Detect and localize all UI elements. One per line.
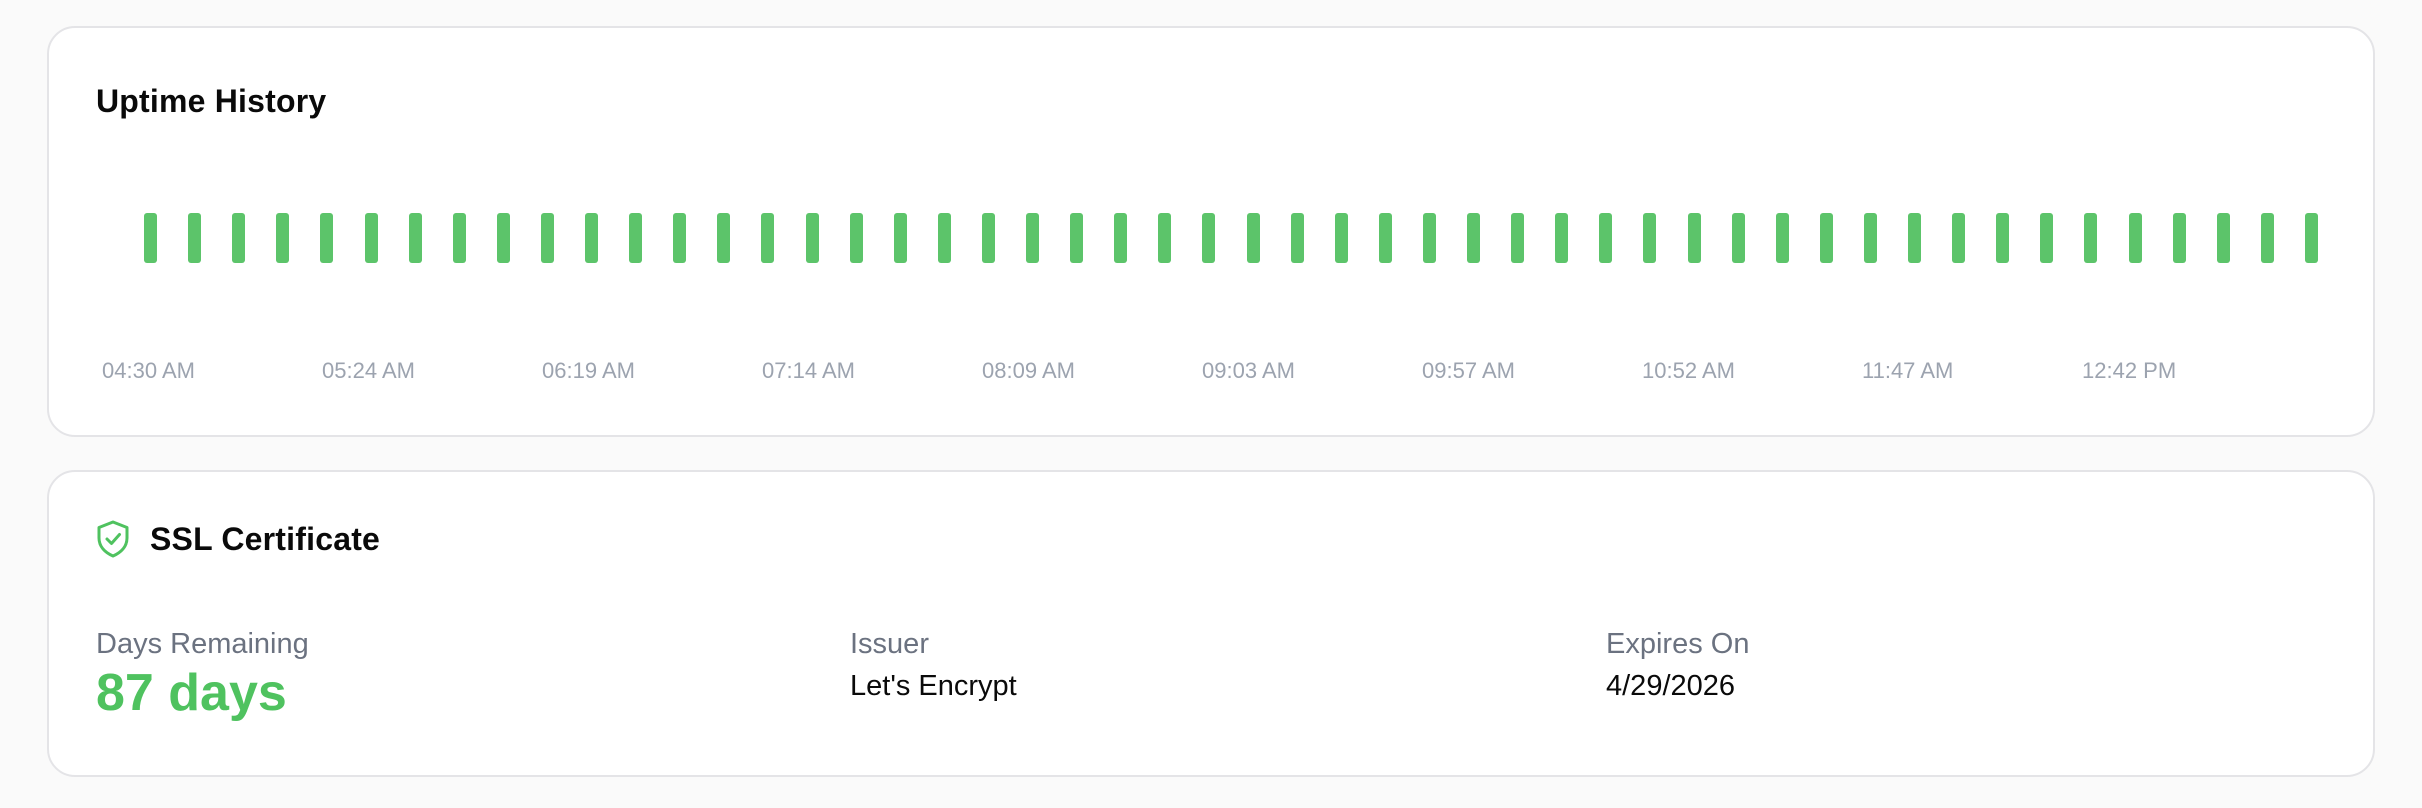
uptime-bar[interactable] (232, 213, 246, 263)
uptime-bar[interactable] (2084, 213, 2098, 263)
time-label: 05:24 AM (322, 358, 415, 383)
time-label: 07:14 AM (762, 358, 855, 383)
ssl-header: SSL Certificate (96, 520, 380, 558)
uptime-bar[interactable] (1378, 213, 1392, 263)
uptime-bar[interactable] (2216, 213, 2230, 263)
uptime-bar[interactable] (1026, 213, 1039, 263)
uptime-bar[interactable] (1158, 213, 1172, 263)
uptime-bar[interactable] (717, 213, 731, 263)
uptime-bar[interactable] (629, 213, 643, 263)
uptime-bar[interactable] (496, 213, 510, 263)
uptime-bar[interactable] (761, 213, 775, 263)
issuer-label: Issuer (850, 628, 929, 660)
days-remaining-field: Days Remaining 87 days (96, 627, 309, 723)
uptime-bar[interactable] (2172, 213, 2186, 263)
uptime-bar[interactable] (2040, 213, 2054, 263)
issuer-value: Let's Encrypt (850, 670, 1017, 702)
time-label: 06:19 AM (542, 358, 635, 383)
uptime-bar[interactable] (2304, 213, 2318, 263)
uptime-bar[interactable] (144, 213, 157, 263)
uptime-bar[interactable] (320, 213, 334, 263)
uptime-bar[interactable] (1290, 213, 1304, 263)
uptime-bar[interactable] (1599, 213, 1613, 263)
uptime-bar[interactable] (1952, 213, 1966, 263)
uptime-bar[interactable] (1202, 213, 1216, 263)
uptime-bar[interactable] (188, 213, 202, 263)
uptime-bar[interactable] (1334, 213, 1348, 263)
uptime-bar[interactable] (849, 213, 863, 263)
shield-check-icon (96, 520, 130, 558)
uptime-bar[interactable] (1467, 213, 1480, 263)
expires-on-field: Expires On 4/29/2026 (1606, 627, 1749, 703)
uptime-bar[interactable] (408, 213, 422, 263)
days-remaining-value: 87 days (96, 664, 287, 722)
expires-on-value: 4/29/2026 (1606, 670, 1736, 702)
uptime-bar[interactable] (1908, 213, 1921, 263)
uptime-bar[interactable] (1643, 213, 1657, 263)
time-label: 11:47 AM (1862, 358, 1954, 383)
uptime-bar[interactable] (1070, 213, 1084, 263)
time-label: 12:42 PM (2082, 358, 2177, 383)
uptime-history-card: Uptime History 04:30 AM 05:24 AM 06:19 AM 0… (47, 26, 2375, 437)
days-remaining-label: Days Remaining (96, 628, 309, 660)
uptime-bar[interactable] (1511, 213, 1525, 263)
uptime-bar[interactable] (673, 213, 687, 263)
uptime-bar[interactable] (540, 213, 554, 263)
uptime-bar[interactable] (585, 213, 598, 263)
uptime-bar[interactable] (1996, 213, 2010, 263)
uptime-bar[interactable] (452, 213, 466, 263)
ssl-certificate-card: SSL Certificate Days Remaining 87 days I… (47, 470, 2375, 777)
uptime-bar[interactable] (1731, 213, 1745, 263)
uptime-bar[interactable] (2128, 213, 2142, 263)
uptime-bar[interactable] (981, 213, 995, 263)
uptime-bar[interactable] (1863, 213, 1877, 263)
time-label: 09:57 AM (1422, 358, 1515, 383)
time-label: 08:09 AM (982, 358, 1075, 383)
ssl-certificate-title: SSL Certificate (150, 520, 381, 557)
time-label: 09:03 AM (1202, 358, 1295, 383)
time-label: 10:52 AM (1642, 358, 1735, 383)
uptime-bar[interactable] (937, 213, 951, 263)
time-label: 04:30 AM (102, 358, 195, 383)
uptime-bar[interactable] (1819, 213, 1833, 263)
expires-on-label: Expires On (1606, 628, 1750, 660)
uptime-bar[interactable] (893, 213, 907, 263)
uptime-bar[interactable] (1422, 213, 1436, 263)
uptime-bar[interactable] (1246, 213, 1260, 263)
uptime-bar[interactable] (276, 213, 290, 263)
uptime-history-title: Uptime History (96, 83, 327, 119)
uptime-bar[interactable] (364, 213, 378, 263)
uptime-bar[interactable] (1555, 213, 1569, 263)
uptime-bars (49, 213, 2373, 265)
uptime-bar[interactable] (1114, 213, 1128, 263)
uptime-bar[interactable] (805, 213, 819, 263)
uptime-bar[interactable] (1775, 213, 1789, 263)
issuer-field: Issuer Let's Encrypt (850, 627, 1017, 703)
uptime-bar[interactable] (2260, 213, 2274, 263)
uptime-bar[interactable] (1687, 213, 1701, 263)
